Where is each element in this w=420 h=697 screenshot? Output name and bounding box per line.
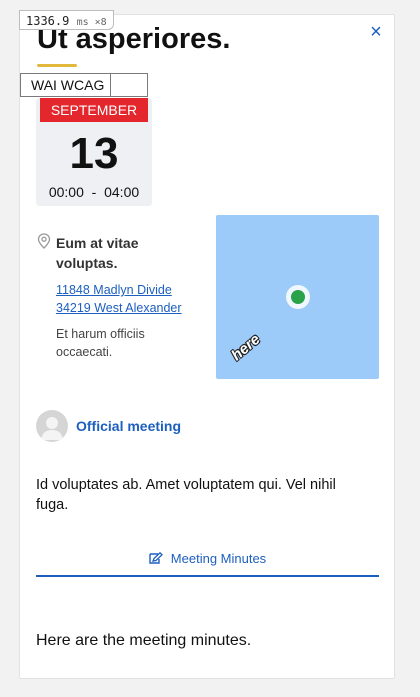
location-name: Eum at vitae voluptas. [56, 235, 139, 271]
close-button[interactable]: × [367, 21, 385, 43]
start-time: 00:00 [48, 184, 84, 200]
address-line2-link[interactable]: 34219 West Alexander [56, 299, 182, 317]
wcag-badge[interactable]: WAI WCAG [20, 73, 148, 97]
perf-value: 1336.9 [26, 14, 70, 28]
edit-note-icon [149, 552, 163, 564]
wcag-divider [110, 73, 111, 97]
perf-badge: 1336.9 ms ×8 [19, 10, 114, 30]
here-logo: here [228, 330, 264, 365]
date-month: SEPTEMBER [40, 98, 148, 122]
wcag-label: WAI WCAG [31, 77, 105, 93]
avatar [36, 410, 68, 442]
event-dialog: Ut asperiores. × SEPTEMBER 13 00:00 - 04… [19, 14, 395, 679]
title-underline [37, 64, 77, 67]
event-description: Id voluptates ab. Amet voluptatem qui. V… [36, 477, 336, 513]
close-icon: × [370, 21, 382, 43]
date-day: 13 [69, 129, 119, 178]
date-time-range: 00:00 - 04:00 [36, 182, 152, 202]
organizer-link[interactable]: Official meeting [76, 416, 181, 436]
date-card: SEPTEMBER 13 00:00 - 04:00 [36, 98, 152, 206]
tab-label: Meeting Minutes [170, 551, 267, 566]
map-marker[interactable] [291, 290, 305, 304]
avatar-placeholder-icon [41, 417, 63, 440]
address-line1-link[interactable]: 11848 Madlyn Divide [56, 281, 172, 299]
perf-unit: ms ×8 [76, 17, 107, 28]
end-time: 04:00 [104, 184, 140, 200]
location-note: Et harum officiis occaecati. [56, 327, 145, 359]
location-map[interactable]: here [216, 215, 379, 379]
location-pin-icon [37, 233, 51, 249]
tab-meeting-minutes[interactable]: Meeting Minutes [36, 549, 379, 577]
minutes-content: Here are the meeting minutes. [36, 632, 252, 649]
time-separator: - [91, 184, 97, 200]
